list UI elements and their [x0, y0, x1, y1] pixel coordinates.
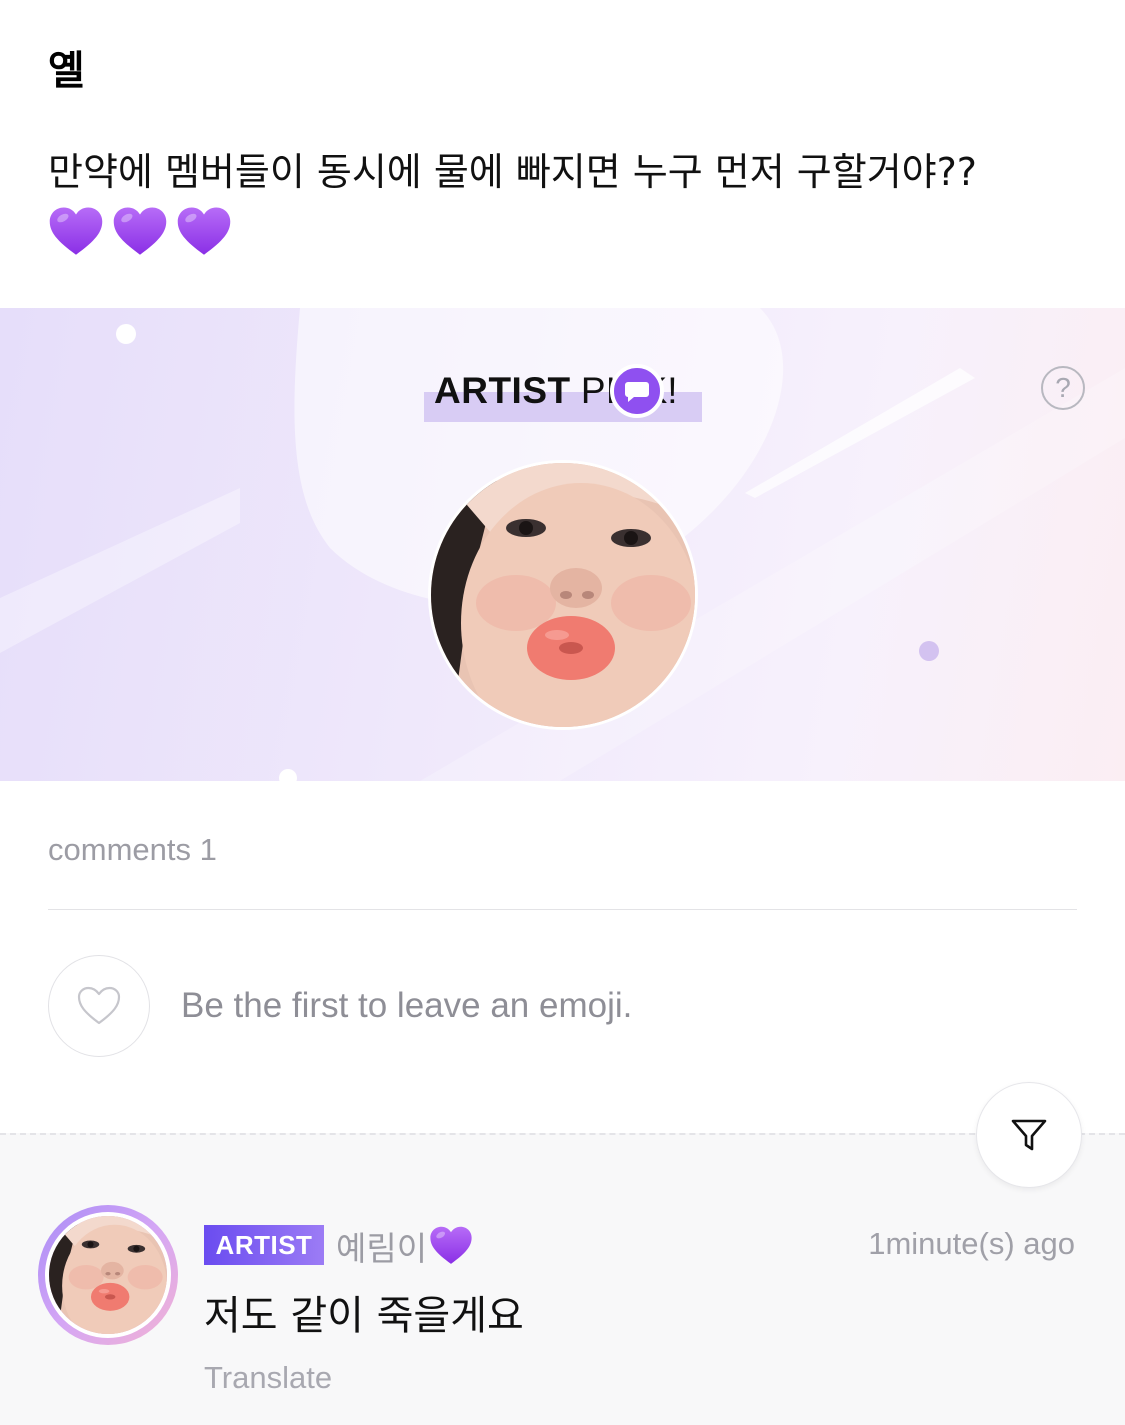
comment-timestamp: 1minute(s) ago	[868, 1226, 1075, 1261]
filter-icon	[1011, 1119, 1047, 1151]
post-emojis	[48, 204, 232, 260]
purple-heart-icon	[48, 204, 104, 260]
artist-photo	[431, 463, 698, 730]
artist-badge: ARTIST	[204, 1225, 324, 1265]
artist-pick-banner: ARTIST PICK! ?	[0, 308, 1125, 781]
purple-heart-icon	[429, 1224, 473, 1268]
heart-outline-icon	[77, 986, 121, 1025]
comment-avatar[interactable]	[38, 1205, 178, 1345]
add-emoji-button[interactable]	[48, 955, 150, 1057]
post-author: 옐	[48, 48, 85, 94]
post-body-text: 만약에 멤버들이 동시에 물에 빠지면 누구 먼저 구할거야??	[48, 150, 977, 194]
chat-bubble-icon[interactable]	[610, 364, 664, 418]
help-icon[interactable]: ?	[1041, 366, 1085, 410]
comment-author-name: 예림이	[336, 1229, 428, 1268]
emoji-prompt: Be the first to leave an emoji.	[181, 986, 633, 1025]
filter-button[interactable]	[976, 1082, 1082, 1188]
comment-author[interactable]: 예림이	[336, 1222, 473, 1270]
artist-pick-title-bold: ARTIST	[434, 370, 571, 411]
avatar-photo	[49, 1216, 167, 1334]
comments-count: comments 1	[48, 832, 217, 867]
post-page: 옐 만약에 멤버들이 동시에 물에 빠지면 누구 먼저 구할거야?? ARTIS…	[0, 0, 1125, 1425]
purple-heart-icon	[112, 204, 168, 260]
translate-link[interactable]: Translate	[204, 1360, 332, 1396]
divider	[48, 909, 1077, 910]
purple-heart-icon	[176, 204, 232, 260]
comment-text: 저도 같이 죽을게요	[204, 1293, 524, 1339]
artist-pick-avatar[interactable]	[428, 460, 698, 730]
